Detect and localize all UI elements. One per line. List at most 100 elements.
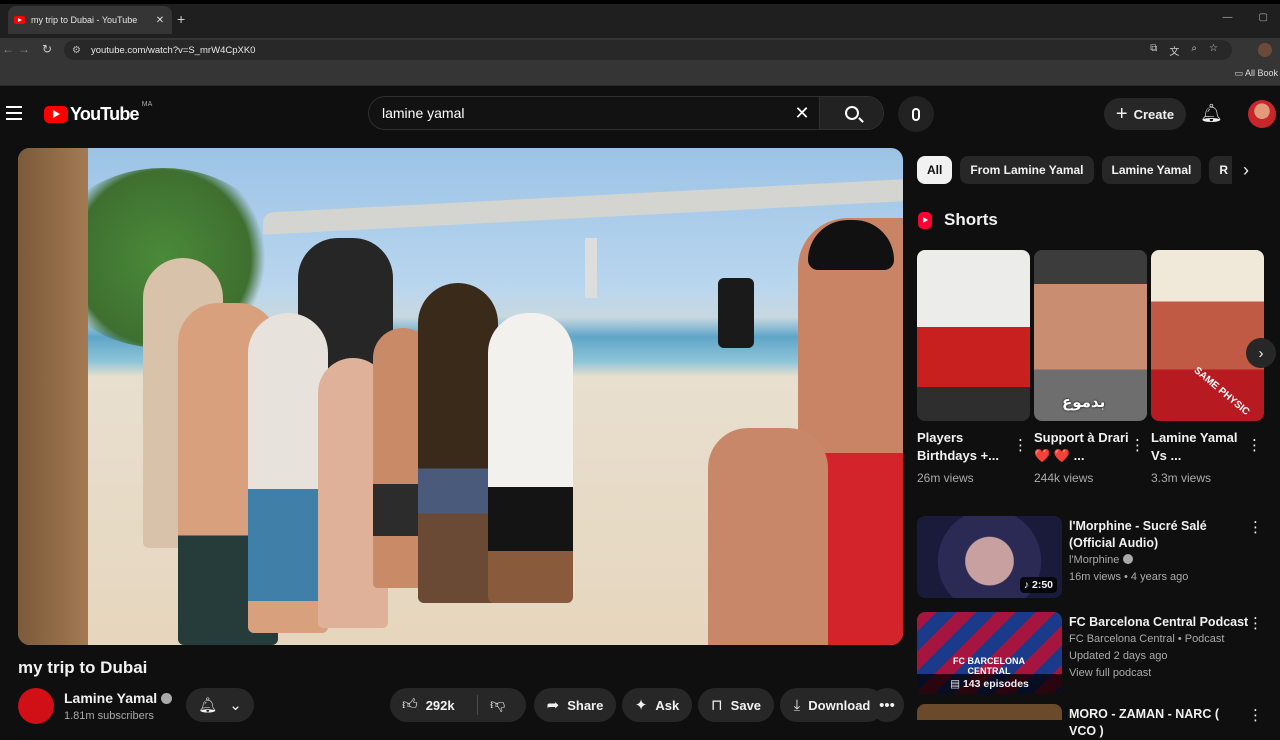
chevron-down-icon: ⌄ <box>229 697 242 714</box>
plus-icon: + <box>1115 102 1128 125</box>
short-title[interactable]: Players Birthdays +... <box>917 429 1013 467</box>
more-vertical-icon[interactable]: ⋮ <box>1013 436 1028 454</box>
recommendation-title[interactable]: MORO - ZAMAN - NARC ( VCO ) <box>1069 706 1249 740</box>
recommendation-item[interactable]: FC BARCELONA CENTRAL ▤ 143 episodes FC B… <box>917 612 1277 696</box>
recommendation-title[interactable]: l'Morphine - Sucré Salé (Official Audio) <box>1069 518 1249 552</box>
youtube-play-icon <box>44 106 68 123</box>
recommendation-item[interactable]: MORO - ZAMAN - NARC ( VCO ) ⋮ <box>917 704 1277 738</box>
share-icon: ➦ <box>546 697 560 714</box>
youtube-header: YouTube MA lamine yamal ✕ + Create 🔔︎ <box>0 90 1280 138</box>
tab-close-icon[interactable]: ✕ <box>154 15 166 26</box>
create-button[interactable]: + Create <box>1104 98 1186 130</box>
youtube-logo[interactable]: YouTube MA <box>44 101 152 125</box>
short-thumbnail[interactable]: بدموع <box>1034 250 1147 421</box>
omnibox-actions: ⧉ 文 ⌕ ☆ <box>1150 43 1218 58</box>
share-button[interactable]: ➦ Share <box>534 688 616 722</box>
channel-name-text: Lamine Yamal <box>64 690 158 706</box>
save-label: Save <box>730 697 762 713</box>
short-thumbnail[interactable] <box>917 250 1030 421</box>
browser-profile-icon[interactable] <box>1258 43 1272 57</box>
subscription-bell-button[interactable]: 🔔︎ ⌄ <box>186 688 254 722</box>
short-item[interactable]: SAME PHYSIC Lamine Yamal Vs ... 3.3m vie… <box>1151 250 1264 485</box>
browser-tab-bar: my trip to Dubai - YouTube ✕ + — ▢ <box>0 0 1280 38</box>
save-button[interactable]: ⊓ Save <box>698 688 774 722</box>
site-info-icon[interactable]: ⚙ <box>72 45 81 56</box>
new-tab-button[interactable]: + <box>177 11 185 27</box>
person-figure <box>488 313 573 603</box>
search-input[interactable]: lamine yamal <box>369 105 785 121</box>
zoom-icon[interactable]: ⌕ <box>1191 43 1197 58</box>
download-button[interactable]: ⤓ Download <box>780 688 884 722</box>
omnibox[interactable]: ⚙ youtube.com/watch?v=S_mrW4CpXK0 ⧉ 文 ⌕ … <box>64 40 1232 60</box>
more-vertical-icon[interactable]: ⋮ <box>1248 518 1263 536</box>
voice-search-button[interactable] <box>898 96 934 132</box>
more-vertical-icon[interactable]: ⋮ <box>1130 436 1145 454</box>
recommendation-thumbnail[interactable]: FC BARCELONA CENTRAL ▤ 143 episodes <box>917 612 1062 694</box>
more-vertical-icon[interactable]: ⋮ <box>1248 614 1263 632</box>
chevron-right-icon: › <box>1258 344 1264 362</box>
chevron-right-icon[interactable]: › <box>1232 156 1260 184</box>
ask-label: Ask <box>655 697 680 713</box>
recommendation-channel[interactable]: FC Barcelona Central • Podcast <box>1069 631 1249 648</box>
channel-avatar[interactable] <box>18 688 54 724</box>
chip-from-lamine-yamal[interactable]: From Lamine Yamal <box>960 156 1094 184</box>
thumbs-down-icon[interactable]: 👎︎ <box>490 696 505 714</box>
video-player[interactable] <box>18 148 903 645</box>
video-title: my trip to Dubai <box>18 658 148 677</box>
channel-text: l'Morphine <box>1069 554 1120 566</box>
ask-button[interactable]: ✦ Ask <box>622 688 692 722</box>
chip-all[interactable]: All <box>917 156 953 184</box>
recommendation-thumbnail[interactable]: ♪ 2:50 <box>917 516 1062 598</box>
duration-text: 2:50 <box>1031 579 1053 591</box>
translate-icon[interactable]: 文 <box>1169 43 1179 58</box>
browser-tab[interactable]: my trip to Dubai - YouTube ✕ <box>8 6 172 34</box>
thumbs-up-icon[interactable]: 👍︎ <box>402 696 418 714</box>
recommendation-channel[interactable]: l'Morphine <box>1069 552 1249 569</box>
person-figure <box>248 313 328 633</box>
all-bookmarks-button[interactable]: ▭ All Book <box>1234 68 1278 79</box>
channel-name[interactable]: Lamine Yamal <box>64 690 173 706</box>
search-icon <box>844 106 859 120</box>
clear-search-icon[interactable]: ✕ <box>785 103 819 124</box>
short-item[interactable]: بدموع Support à Drari ❤️ ❤️ ... 244k vie… <box>1034 250 1147 485</box>
more-vertical-icon[interactable]: ⋮ <box>1247 436 1262 454</box>
subscriber-count: 1.81m subscribers <box>64 710 154 722</box>
recommendation-thumbnail[interactable] <box>917 704 1062 720</box>
maximize-icon[interactable]: ▢ <box>1259 12 1268 23</box>
shorts-next-button[interactable]: › <box>1246 338 1276 368</box>
recommendation-title[interactable]: FC Barcelona Central Podcast <box>1069 614 1249 631</box>
minimize-icon[interactable]: — <box>1223 12 1233 23</box>
reload-icon[interactable]: ↻ <box>42 42 52 56</box>
install-icon[interactable]: ⧉ <box>1150 43 1157 58</box>
short-title[interactable]: Lamine Yamal Vs ... <box>1151 429 1247 467</box>
more-actions-button[interactable]: ••• <box>870 688 904 722</box>
short-views: 26m views <box>917 471 974 485</box>
short-title[interactable]: Support à Drari ❤️ ❤️ ... <box>1034 429 1130 467</box>
short-overlay-text: بدموع <box>1062 394 1106 411</box>
forward-icon[interactable]: → <box>18 42 30 56</box>
like-count[interactable]: 292k <box>426 698 455 713</box>
short-overlay-text: SAME PHYSIC <box>1191 365 1252 418</box>
recommendation-meta: MORO - ZAMAN - NARC ( VCO ) <box>1069 706 1249 740</box>
short-thumbnail[interactable]: SAME PHYSIC <box>1151 250 1264 421</box>
recommendation-item[interactable]: ♪ 2:50 l'Morphine - Sucré Salé (Official… <box>917 516 1277 600</box>
url-text[interactable]: youtube.com/watch?v=S_mrW4CpXK0 <box>91 45 255 56</box>
more-vertical-icon[interactable]: ⋮ <box>1248 706 1263 724</box>
address-bar: ← → ↻ ⚙ youtube.com/watch?v=S_mrW4CpXK0 … <box>0 38 1280 62</box>
shorts-icon <box>918 211 932 229</box>
back-icon[interactable]: ← <box>2 42 14 56</box>
chip-lamine-yamal[interactable]: Lamine Yamal <box>1101 156 1202 184</box>
bookmark-star-icon[interactable]: ☆ <box>1209 43 1218 58</box>
share-label: Share <box>567 697 604 713</box>
logo-text: YouTube <box>70 104 140 124</box>
filter-chips: All From Lamine Yamal Lamine Yamal R <box>917 156 1267 184</box>
bookmark-icon: ⊓ <box>710 697 723 714</box>
view-full-podcast-link[interactable]: View full podcast <box>1069 665 1249 682</box>
short-item[interactable]: Players Birthdays +... 26m views ⋮ <box>917 250 1030 485</box>
menu-icon[interactable] <box>6 106 22 120</box>
channel-row: Lamine Yamal 1.81m subscribers 🔔︎ ⌄ 👍︎ 2… <box>18 688 904 724</box>
search-button[interactable] <box>819 97 883 129</box>
user-avatar[interactable] <box>1248 100 1276 128</box>
notifications-bell-icon[interactable]: 🔔︎ <box>1200 103 1223 124</box>
episodes-text: 143 episodes <box>962 678 1029 690</box>
